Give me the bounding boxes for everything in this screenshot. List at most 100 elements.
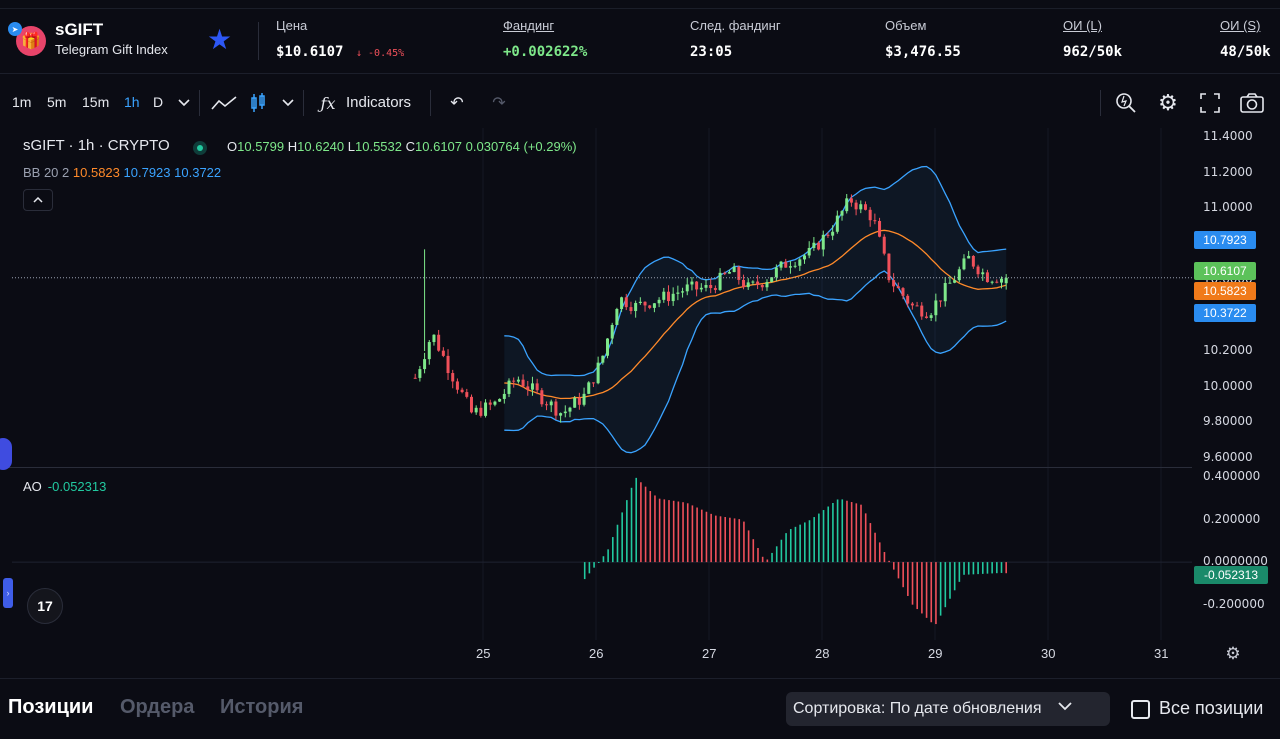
price-axis-label: 11.2000 — [1203, 164, 1253, 179]
ao-bar — [677, 501, 680, 563]
ao-bar — [977, 562, 979, 575]
candle-body — [798, 259, 802, 266]
tab-orders[interactable]: Ордера — [120, 696, 194, 719]
candle-body — [432, 334, 436, 343]
ao-bar — [981, 562, 984, 574]
ao-bar — [1005, 562, 1007, 574]
bb-label: BB 20 2 — [23, 165, 70, 180]
ao-bar — [996, 562, 998, 574]
time-axis-label: 27 — [702, 646, 717, 661]
chevron-down-icon[interactable] — [171, 90, 197, 116]
candle-body — [484, 402, 488, 416]
ao-bar — [991, 562, 993, 574]
candle-body — [784, 261, 788, 268]
chevron-down-icon[interactable] — [275, 90, 301, 116]
candle-body — [657, 299, 661, 304]
gear-icon[interactable]: ⚙ — [1155, 90, 1181, 116]
candle-body — [868, 209, 872, 221]
candle-body — [807, 247, 811, 256]
candle-body — [540, 390, 544, 405]
collapse-legend-button[interactable] — [23, 189, 53, 211]
time-axis-label: 28 — [815, 646, 830, 661]
volume-value: $3,476.55 — [885, 44, 961, 60]
bb-lower-value: 10.3722 — [174, 165, 222, 180]
zoom-icon[interactable] — [1113, 90, 1139, 116]
undo-icon[interactable]: ↶ — [444, 90, 470, 116]
chart-settings-icon[interactable]: ⚙ — [1222, 643, 1244, 665]
line-chart-icon[interactable] — [209, 90, 239, 116]
sort-select[interactable]: Сортировка: По дате обновления — [786, 692, 1110, 726]
camera-icon[interactable] — [1239, 90, 1265, 116]
candle-body — [779, 261, 783, 268]
oi-short-label[interactable]: ОИ (S) — [1220, 18, 1260, 33]
candle-body — [854, 202, 858, 210]
candle-body — [666, 291, 670, 302]
candles-icon[interactable] — [245, 90, 271, 116]
ao-bar — [719, 516, 722, 563]
tradingview-logo-icon[interactable]: 17 — [27, 588, 63, 624]
ao-bar — [705, 511, 708, 563]
ao-bar — [967, 562, 970, 575]
ao-bar — [836, 499, 839, 563]
ao-bar — [757, 547, 759, 563]
price-chart[interactable] — [0, 128, 1280, 678]
all-positions-checkbox[interactable] — [1131, 700, 1150, 719]
pane-separator[interactable] — [0, 467, 1192, 468]
candle-body — [418, 369, 422, 378]
ao-bar — [644, 486, 647, 563]
candle-body — [549, 401, 553, 406]
ao-bar — [911, 562, 914, 605]
favorite-star-icon[interactable]: ★ — [207, 25, 232, 55]
asset-ticker[interactable]: sGIFT — [55, 20, 103, 40]
candle-body — [995, 281, 999, 283]
timeframe-5m[interactable]: 5m — [47, 94, 66, 110]
candle-body — [479, 407, 483, 416]
ao-bar — [804, 522, 806, 563]
funding-label[interactable]: Фандинг — [503, 18, 554, 33]
price-axis-label: 11.4000 — [1203, 128, 1253, 143]
candle-body — [826, 234, 830, 236]
ao-bar — [972, 562, 975, 575]
fx-icon[interactable]: ƒx — [315, 90, 341, 116]
timeframe-d[interactable]: D — [153, 94, 163, 110]
candle-body — [469, 396, 473, 413]
all-positions-label[interactable]: Все позиции — [1159, 698, 1263, 719]
candle-body — [460, 389, 464, 393]
ao-bar — [597, 561, 600, 563]
ao-bar — [588, 562, 591, 574]
oi-long-label[interactable]: ОИ (L) — [1063, 18, 1102, 33]
ao-bar — [869, 523, 872, 563]
tab-history[interactable]: История — [220, 696, 303, 719]
price-value: $10.6107 — [276, 44, 344, 60]
candle-body — [976, 266, 980, 275]
candle-body — [920, 305, 924, 317]
ao-bar — [715, 515, 717, 563]
telegram-badge-icon: ➤ — [8, 22, 22, 36]
redo-icon[interactable]: ↷ — [486, 90, 512, 116]
ao-price-tag: -0.052313 — [1194, 566, 1268, 584]
side-panel-handle[interactable] — [0, 438, 12, 470]
fullscreen-icon[interactable] — [1197, 90, 1223, 116]
expand-panel-icon[interactable]: › — [3, 578, 13, 608]
candle-body — [831, 231, 835, 236]
candle-body — [516, 379, 520, 382]
high-label: H — [287, 139, 298, 154]
candle-body — [821, 234, 825, 250]
candle-body — [615, 308, 619, 325]
ao-bar — [710, 513, 712, 563]
candle-body — [962, 258, 966, 270]
chart-symbol-title[interactable]: sGIFT · 1h · CRYPTO — [23, 137, 170, 154]
bollinger-legend[interactable]: BB 20 2 10.5823 10.7923 10.3722 — [23, 165, 221, 180]
ao-bar — [902, 562, 904, 588]
candle-body — [606, 338, 610, 356]
timeframe-15m[interactable]: 15m — [82, 94, 109, 110]
ao-bar — [654, 495, 656, 563]
ao-legend[interactable]: AO -0.052313 — [23, 479, 106, 494]
timeframe-1h[interactable]: 1h — [124, 94, 140, 110]
tab-positions[interactable]: Позиции — [8, 696, 93, 719]
ao-bar — [855, 503, 858, 563]
indicators-button[interactable]: Indicators — [346, 94, 411, 111]
price-label: Цена — [276, 18, 308, 33]
timeframe-1m[interactable]: 1m — [12, 94, 31, 110]
candle-body — [817, 242, 821, 250]
